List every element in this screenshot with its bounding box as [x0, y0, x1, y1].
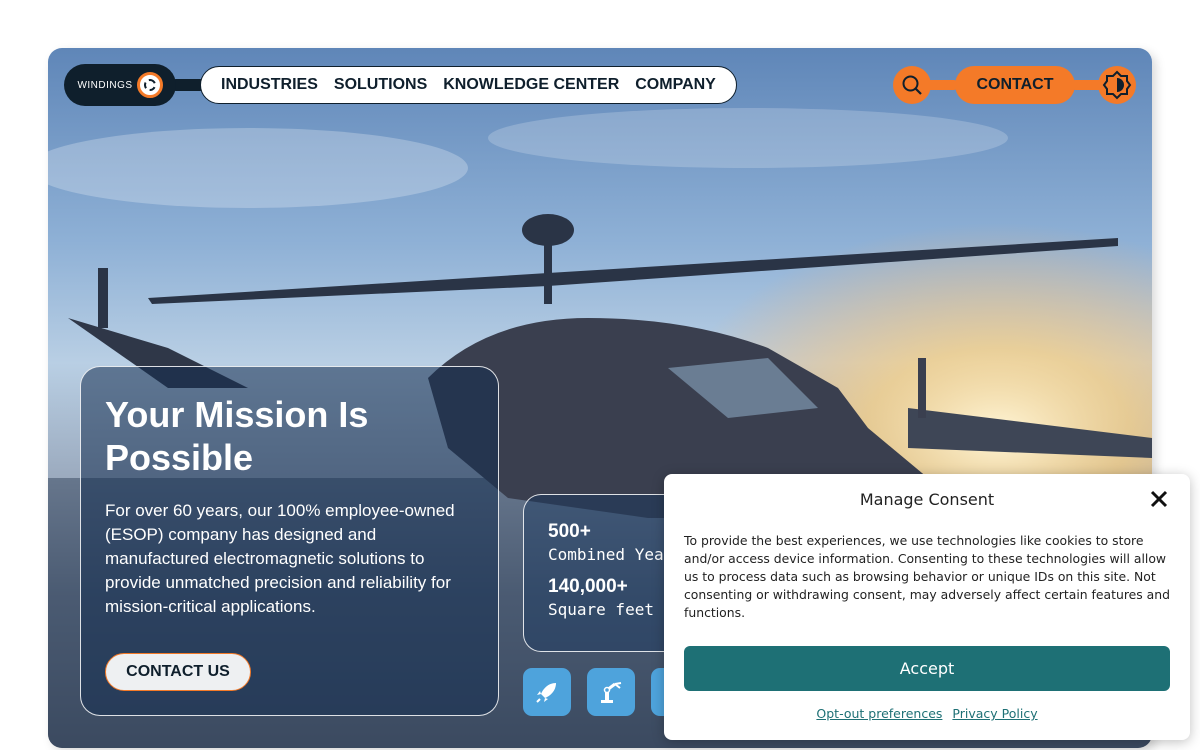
- theme-toggle-button[interactable]: [1098, 66, 1136, 104]
- logo-mark-icon: [136, 72, 163, 98]
- logo[interactable]: WINDINGS: [64, 64, 176, 106]
- consent-links: Opt-out preferences Privacy Policy: [664, 706, 1190, 721]
- logo-text: WINDINGS: [77, 79, 133, 91]
- nav-knowledge-center[interactable]: KNOWLEDGE CENTER: [443, 76, 619, 94]
- privacy-policy-link[interactable]: Privacy Policy: [952, 706, 1037, 721]
- robot-arm-icon: [601, 682, 622, 703]
- industry-tile-partial[interactable]: [651, 668, 665, 716]
- main-nav: INDUSTRIES SOLUTIONS KNOWLEDGE CENTER CO…: [200, 66, 737, 104]
- hero-description: For over 60 years, our 100% employee-own…: [105, 501, 455, 616]
- search-button[interactable]: [893, 66, 931, 104]
- consent-dialog: Manage Consent To provide the best exper…: [664, 474, 1190, 740]
- close-icon: [1150, 490, 1168, 508]
- close-button[interactable]: [1148, 488, 1170, 510]
- contact-button[interactable]: CONTACT: [955, 66, 1075, 104]
- nav-industries[interactable]: INDUSTRIES: [221, 76, 318, 94]
- industry-tile-automation[interactable]: [587, 668, 635, 716]
- nav-solutions[interactable]: SOLUTIONS: [334, 76, 427, 94]
- consent-text: To provide the best experiences, we use …: [684, 533, 1170, 620]
- consent-title: Manage Consent: [859, 490, 995, 509]
- rocket-icon: [536, 683, 556, 703]
- contact-us-button[interactable]: CONTACT US: [105, 653, 251, 691]
- hero-title: Your Mission Is Possible: [105, 394, 369, 478]
- search-icon: [902, 75, 922, 95]
- theme-toggle-icon: [1102, 70, 1132, 100]
- accept-button[interactable]: Accept: [684, 646, 1170, 691]
- industry-tile-aerospace[interactable]: [523, 668, 571, 716]
- opt-out-preferences-link[interactable]: Opt-out preferences: [816, 706, 942, 721]
- mission-card: Your Mission Is Possible For over 60 yea…: [80, 366, 499, 716]
- nav-company[interactable]: COMPANY: [635, 76, 716, 94]
